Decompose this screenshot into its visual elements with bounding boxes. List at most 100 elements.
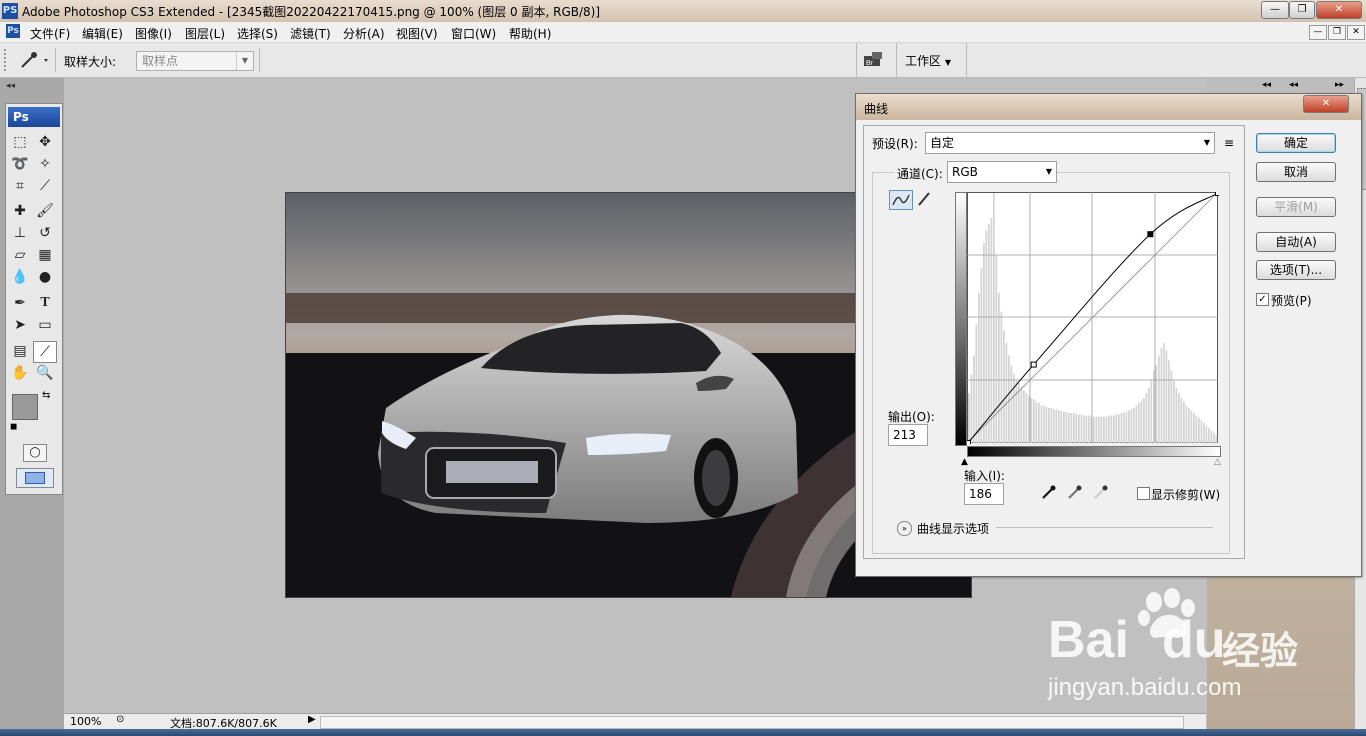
histogram-bar <box>1173 380 1175 443</box>
histogram-bar <box>975 324 978 443</box>
options-button[interactable]: 选项(T)... <box>1256 260 1336 280</box>
history-brush-tool-icon[interactable]: ↺ <box>34 223 56 243</box>
curve-pencil-mode-button[interactable] <box>915 190 935 208</box>
menu-view[interactable]: 视图(V) <box>396 25 438 42</box>
crop-tool-icon[interactable]: ⌗ <box>9 176 31 196</box>
curve-point-selected[interactable] <box>1147 231 1154 238</box>
doc-close-button[interactable]: ✕ <box>1347 25 1365 40</box>
black-point-eyedropper-icon[interactable] <box>1040 484 1058 503</box>
menu-analysis[interactable]: 分析(A) <box>343 25 385 42</box>
window-title-bar: PS Adobe Photoshop CS3 Extended - [2345截… <box>0 0 1366 22</box>
collapse-arrows-icon[interactable]: ◂◂ <box>6 81 15 91</box>
eraser-tool-icon[interactable]: ▱ <box>9 245 31 265</box>
lasso-tool-icon[interactable]: ➰ <box>9 154 31 174</box>
histogram-bar <box>1153 370 1155 443</box>
ok-button[interactable]: 确定 <box>1256 133 1336 153</box>
workspace-button[interactable]: 工作区 ▼ <box>905 52 951 69</box>
screen-mode-icon[interactable] <box>16 468 54 488</box>
histogram-bar <box>1118 414 1120 443</box>
curve-point-mode-button[interactable] <box>889 190 913 210</box>
histogram-bar <box>1060 410 1063 443</box>
curve-point[interactable] <box>1215 192 1220 196</box>
preset-options-icon[interactable]: ≡ <box>1224 136 1234 150</box>
curve-point[interactable] <box>1030 361 1037 368</box>
output-field[interactable]: 213 <box>888 424 928 446</box>
healing-brush-tool-icon[interactable]: ✚ <box>9 201 31 221</box>
expand-options-icon[interactable]: » <box>897 521 912 536</box>
dialog-title-bar[interactable]: 曲线 ✕ <box>856 94 1361 120</box>
output-label: 输出(O): <box>888 410 935 424</box>
path-selection-tool-icon[interactable]: ➤ <box>9 315 31 335</box>
auto-button[interactable]: 自动(A) <box>1256 232 1336 252</box>
doc-minimize-button[interactable]: — <box>1309 25 1327 40</box>
maximize-button[interactable]: ❐ <box>1289 1 1315 19</box>
brush-tool-icon[interactable]: 🖌 <box>34 201 56 221</box>
expand-arrows-icon[interactable]: ▸▸ <box>1335 80 1344 90</box>
preset-select[interactable]: 自定 ▼ <box>925 132 1215 154</box>
menu-layer[interactable]: 图层(L) <box>185 25 225 42</box>
dialog-close-button[interactable]: ✕ <box>1303 95 1349 113</box>
notes-tool-icon[interactable]: ▤ <box>9 341 31 361</box>
curve-graph[interactable] <box>967 192 1219 444</box>
bridge-button[interactable]: Br <box>862 50 886 70</box>
shape-tool-icon[interactable]: ▭ <box>34 315 56 335</box>
curve-icon <box>892 194 910 206</box>
baidu-watermark: Bai du 经验 jingyan.baidu.com <box>1048 588 1298 701</box>
menu-bar: Ps 文件(F) 编辑(E) 图像(I) 图层(L) 选择(S) 滤镜(T) 分… <box>0 22 1366 43</box>
sample-size-select[interactable]: 取样点 ▼ <box>136 51 254 71</box>
foreground-color-swatch[interactable] <box>12 394 38 420</box>
white-point-eyedropper-icon[interactable] <box>1092 484 1110 503</box>
magic-wand-tool-icon[interactable]: ✧ <box>34 154 56 174</box>
type-tool-icon[interactable]: T <box>34 293 56 313</box>
horizontal-scrollbar[interactable] <box>320 716 1184 729</box>
menu-window[interactable]: 窗口(W) <box>451 25 496 42</box>
curve-point[interactable] <box>967 440 971 445</box>
curve-display-options-label[interactable]: 曲线显示选项 <box>917 520 989 537</box>
swap-colors-icon[interactable]: ⇆ <box>42 390 50 401</box>
clone-stamp-tool-icon[interactable]: ⊥ <box>9 223 31 243</box>
minimize-button[interactable]: — <box>1261 1 1289 19</box>
histogram-bar <box>1040 405 1043 443</box>
menu-image[interactable]: 图像(I) <box>135 25 172 42</box>
menu-file[interactable]: 文件(F) <box>30 25 70 42</box>
histogram-bar <box>1098 416 1100 443</box>
quick-mask-icon[interactable]: ◯ <box>23 444 47 462</box>
zoom-level[interactable]: 100% <box>70 715 101 728</box>
document-icon[interactable]: Ps <box>6 24 20 38</box>
menu-select[interactable]: 选择(S) <box>237 25 278 42</box>
options-grip[interactable] <box>4 49 12 71</box>
default-colors-icon[interactable]: ◼ <box>10 422 17 432</box>
status-menu-icon[interactable]: ⊙ <box>116 714 124 725</box>
menu-help[interactable]: 帮助(H) <box>509 25 551 42</box>
collapse-arrows-icon[interactable]: ◂◂ <box>1262 80 1271 90</box>
dodge-tool-icon[interactable]: ● <box>34 267 56 287</box>
doc-restore-button[interactable]: ❐ <box>1328 25 1346 40</box>
eyedropper-tool-icon[interactable]: ⟋ <box>33 341 57 363</box>
histogram-bar <box>1170 370 1173 443</box>
move-tool-icon[interactable]: ✥ <box>34 132 56 152</box>
slice-tool-icon[interactable]: ⟋ <box>34 176 56 196</box>
input-gradient-bar <box>967 446 1221 457</box>
collapse-arrows-icon[interactable]: ◂◂ <box>1289 80 1298 90</box>
gray-point-eyedropper-icon[interactable] <box>1066 484 1084 503</box>
status-arrow-icon[interactable]: ▶ <box>308 714 316 725</box>
marquee-tool-icon[interactable]: ⬚ <box>9 132 31 152</box>
blur-tool-icon[interactable]: 💧 <box>9 267 31 287</box>
preview-checkbox[interactable]: ✓ <box>1256 293 1269 306</box>
black-point-slider-icon[interactable]: ▲ <box>961 457 968 467</box>
zoom-tool-icon[interactable]: 🔍 <box>34 363 56 383</box>
gradient-tool-icon[interactable]: ▦ <box>34 245 56 265</box>
show-clipping-checkbox[interactable] <box>1137 487 1150 500</box>
hand-tool-icon[interactable]: ✋ <box>9 363 31 383</box>
white-point-slider-icon[interactable]: △ <box>1214 457 1221 467</box>
menu-edit[interactable]: 编辑(E) <box>82 25 123 42</box>
close-button[interactable]: ✕ <box>1316 1 1362 19</box>
channel-select[interactable]: RGB ▼ <box>947 161 1057 183</box>
pen-tool-icon[interactable]: ✒ <box>9 293 31 313</box>
histogram-bar <box>1180 398 1183 443</box>
cancel-button[interactable]: 取消 <box>1256 162 1336 182</box>
input-field[interactable]: 186 <box>964 483 1004 505</box>
smooth-button[interactable]: 平滑(M) <box>1256 197 1336 217</box>
tool-preset-picker[interactable] <box>16 49 52 71</box>
menu-filter[interactable]: 滤镜(T) <box>290 25 331 42</box>
